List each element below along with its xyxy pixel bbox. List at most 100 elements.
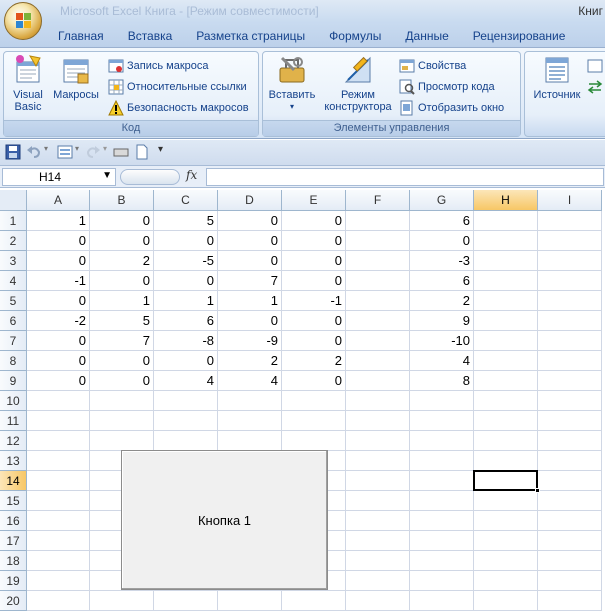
insert-function-icon[interactable]: fx — [186, 168, 197, 182]
cell-a14[interactable] — [27, 471, 90, 491]
cell-c8[interactable]: 0 — [154, 351, 218, 371]
row-header-5[interactable]: 5 — [0, 291, 27, 311]
cell-f17[interactable] — [346, 531, 410, 551]
cell-g16[interactable] — [410, 511, 474, 531]
cell-c7[interactable]: -8 — [154, 331, 218, 351]
view-code-button[interactable]: Просмотр кода — [399, 77, 495, 97]
cell-i5[interactable] — [538, 291, 602, 311]
cell-i15[interactable] — [538, 491, 602, 511]
cell-c11[interactable] — [154, 411, 218, 431]
row-header-18[interactable]: 18 — [0, 551, 27, 571]
cell-f14[interactable] — [346, 471, 410, 491]
relative-references-button[interactable]: Относительные ссылки — [108, 77, 247, 97]
cell-g10[interactable] — [410, 391, 474, 411]
cell-i17[interactable] — [538, 531, 602, 551]
cell-g18[interactable] — [410, 551, 474, 571]
cell-h11[interactable] — [474, 411, 538, 431]
tab-formulas[interactable]: Формулы — [317, 26, 393, 48]
cell-h4[interactable] — [474, 271, 538, 291]
cell-c10[interactable] — [154, 391, 218, 411]
cell-f20[interactable] — [346, 591, 410, 611]
row-header-15[interactable]: 15 — [0, 491, 27, 511]
cell-i9[interactable] — [538, 371, 602, 391]
cell-a1[interactable]: 1 — [27, 211, 90, 231]
cell-g20[interactable] — [410, 591, 474, 611]
cell-g13[interactable] — [410, 451, 474, 471]
row-header-9[interactable]: 9 — [0, 371, 27, 391]
cell-g1[interactable]: 6 — [410, 211, 474, 231]
cell-a12[interactable] — [27, 431, 90, 451]
cell-f1[interactable] — [346, 211, 410, 231]
cell-h6[interactable] — [474, 311, 538, 331]
cell-a16[interactable] — [27, 511, 90, 531]
column-header-b[interactable]: B — [90, 190, 154, 211]
run-dialog-button[interactable]: Отобразить окно — [399, 98, 504, 118]
record-macro-button[interactable]: Запись макроса — [108, 56, 209, 76]
cell-a13[interactable] — [27, 451, 90, 471]
cell-f6[interactable] — [346, 311, 410, 331]
tab-review[interactable]: Рецензирование — [461, 26, 578, 48]
row-header-14[interactable]: 14 — [0, 471, 27, 491]
cell-g12[interactable] — [410, 431, 474, 451]
cell-d1[interactable]: 0 — [218, 211, 282, 231]
cell-e7[interactable]: 0 — [282, 331, 346, 351]
redo-dropdown-icon[interactable]: ▾ — [103, 144, 111, 160]
cell-a4[interactable]: -1 — [27, 271, 90, 291]
row-header-16[interactable]: 16 — [0, 511, 27, 531]
row-header-11[interactable]: 11 — [0, 411, 27, 431]
cell-e8[interactable]: 2 — [282, 351, 346, 371]
cell-d4[interactable]: 7 — [218, 271, 282, 291]
row-header-10[interactable]: 10 — [0, 391, 27, 411]
cell-a15[interactable] — [27, 491, 90, 511]
select-all-corner[interactable] — [0, 190, 27, 211]
cell-d20[interactable] — [218, 591, 282, 611]
column-header-a[interactable]: A — [27, 190, 90, 211]
office-button[interactable] — [4, 2, 42, 40]
xml-source-button[interactable]: Источник — [527, 54, 587, 101]
cell-h3[interactable] — [474, 251, 538, 271]
formula-input[interactable] — [206, 168, 604, 186]
cell-h18[interactable] — [474, 551, 538, 571]
row-header-1[interactable]: 1 — [0, 211, 27, 231]
row-header-2[interactable]: 2 — [0, 231, 27, 251]
cell-i2[interactable] — [538, 231, 602, 251]
cell-h13[interactable] — [474, 451, 538, 471]
cell-c20[interactable] — [154, 591, 218, 611]
cell-h1[interactable] — [474, 211, 538, 231]
row-header-8[interactable]: 8 — [0, 351, 27, 371]
cell-h2[interactable] — [474, 231, 538, 251]
cell-g6[interactable]: 9 — [410, 311, 474, 331]
cell-d9[interactable]: 4 — [218, 371, 282, 391]
cell-c12[interactable] — [154, 431, 218, 451]
cell-h15[interactable] — [474, 491, 538, 511]
cell-d12[interactable] — [218, 431, 282, 451]
cell-a10[interactable] — [27, 391, 90, 411]
redo-icon[interactable] — [85, 144, 101, 160]
cell-h9[interactable] — [474, 371, 538, 391]
macros-button[interactable]: Макросы — [50, 54, 102, 101]
cell-i18[interactable] — [538, 551, 602, 571]
cell-i19[interactable] — [538, 571, 602, 591]
row-header-12[interactable]: 12 — [0, 431, 27, 451]
cell-g4[interactable]: 6 — [410, 271, 474, 291]
cell-i12[interactable] — [538, 431, 602, 451]
cell-b3[interactable]: 2 — [90, 251, 154, 271]
cell-e1[interactable]: 0 — [282, 211, 346, 231]
cell-h12[interactable] — [474, 431, 538, 451]
cell-e10[interactable] — [282, 391, 346, 411]
cell-a17[interactable] — [27, 531, 90, 551]
undo-dropdown-icon[interactable]: ▾ — [44, 144, 52, 160]
cell-c2[interactable]: 0 — [154, 231, 218, 251]
cell-b12[interactable] — [90, 431, 154, 451]
cell-i1[interactable] — [538, 211, 602, 231]
row-header-4[interactable]: 4 — [0, 271, 27, 291]
cell-g2[interactable]: 0 — [410, 231, 474, 251]
form-dropdown-icon[interactable]: ▾ — [75, 144, 83, 160]
cell-f3[interactable] — [346, 251, 410, 271]
cell-a7[interactable]: 0 — [27, 331, 90, 351]
save-icon[interactable] — [5, 144, 21, 160]
cell-a11[interactable] — [27, 411, 90, 431]
tab-page-layout[interactable]: Разметка страницы — [184, 26, 317, 48]
cell-d5[interactable]: 1 — [218, 291, 282, 311]
cell-a3[interactable]: 0 — [27, 251, 90, 271]
